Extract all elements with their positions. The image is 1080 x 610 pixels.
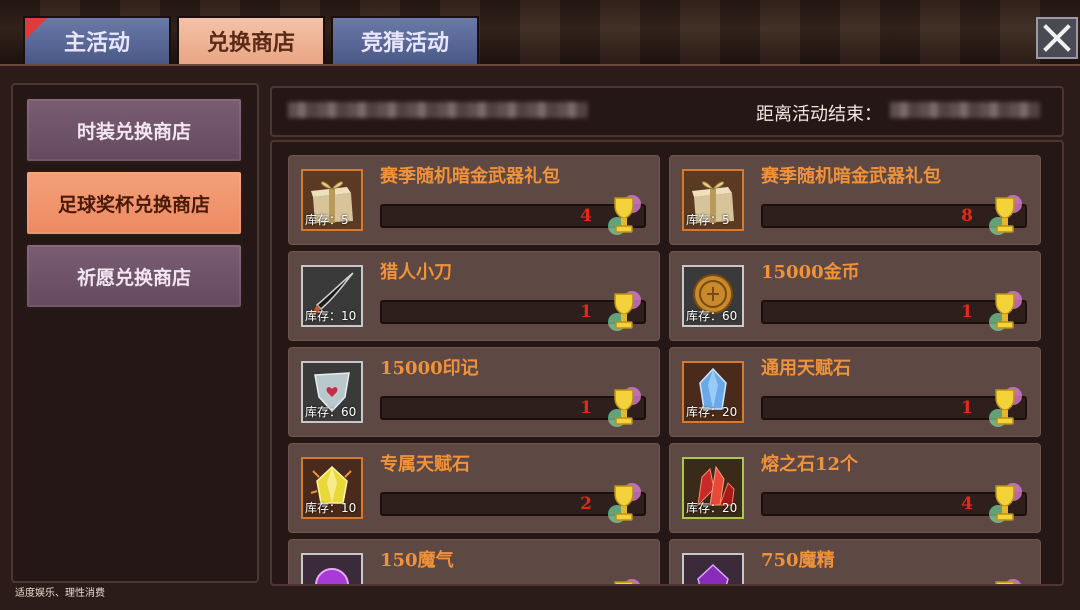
shop-item[interactable]: 库存：10 猎人小刀 1 bbox=[288, 251, 660, 341]
emblem-icon: 库存：60 bbox=[301, 361, 363, 423]
close-icon bbox=[1043, 24, 1071, 52]
item-name: 猎人小刀 bbox=[380, 262, 452, 283]
item-name: 通用天赋石 bbox=[761, 358, 851, 379]
stock-count: 库存：20 bbox=[686, 405, 738, 419]
gift-box-icon: 库存：5 bbox=[301, 169, 363, 231]
shop-category-sidebar: 时装兑换商店 足球奖杯兑换商店 祈愿兑换商店 bbox=[11, 83, 259, 583]
gold-coin-icon: 库存：60 bbox=[682, 265, 744, 327]
sidebar-item-label: 时装兑换商店 bbox=[76, 120, 191, 143]
health-notice: 适度娱乐、理性消费 bbox=[15, 588, 105, 599]
item-name: 150魔气 bbox=[380, 550, 454, 571]
shop-item[interactable]: 库存：10 专属天赋石 2 bbox=[288, 443, 660, 533]
activity-info-bar: 距离活动结束： bbox=[270, 86, 1064, 137]
price-value: 1 bbox=[961, 302, 973, 322]
item-name: 赛季随机暗金武器礼包 bbox=[380, 166, 560, 187]
yellow-crystal-icon: 库存：10 bbox=[301, 457, 363, 519]
item-name: 赛季随机暗金武器礼包 bbox=[761, 166, 941, 187]
item-name: 15000印记 bbox=[380, 358, 479, 379]
price-value: 8 bbox=[961, 206, 973, 226]
sidebar-item-wish-shop[interactable]: 祈愿兑换商店 bbox=[25, 243, 243, 309]
tab-exchange-shop[interactable]: 兑换商店 bbox=[177, 16, 325, 64]
trophy-icon bbox=[989, 483, 1022, 523]
sidebar-item-label: 足球奖杯兑换商店 bbox=[57, 193, 210, 216]
shop-item[interactable]: 750魔精 bbox=[669, 539, 1041, 584]
trophy-icon bbox=[608, 195, 641, 235]
tab-main-activity[interactable]: 主活动 bbox=[23, 16, 171, 64]
item-name: 750魔精 bbox=[761, 550, 835, 571]
sidebar-item-fashion-shop[interactable]: 时装兑换商店 bbox=[25, 97, 243, 163]
stock-count: 库存：60 bbox=[305, 405, 357, 419]
trophy-icon bbox=[989, 387, 1022, 427]
stock-count: 库存：20 bbox=[686, 501, 738, 515]
tab-label: 竞猜活动 bbox=[360, 30, 449, 56]
trophy-icon bbox=[608, 483, 641, 523]
tab-label: 兑换商店 bbox=[206, 30, 295, 56]
shop-item[interactable]: 150魔气 bbox=[288, 539, 660, 584]
close-button[interactable] bbox=[1036, 17, 1078, 59]
red-crystal-icon: 库存：20 bbox=[682, 457, 744, 519]
shop-item[interactable]: 库存：20 通用天赋石 1 bbox=[669, 347, 1041, 437]
price-value: 1 bbox=[961, 398, 973, 418]
price-value: 4 bbox=[961, 494, 973, 514]
stock-count: 库存：10 bbox=[305, 309, 357, 323]
shop-item[interactable]: 库存：20 熔之石12个 4 bbox=[669, 443, 1041, 533]
countdown-label: 距离活动结束： bbox=[756, 104, 882, 125]
redacted-countdown bbox=[890, 102, 1040, 118]
redacted-text bbox=[288, 102, 588, 118]
stock-count: 库存：5 bbox=[305, 213, 349, 227]
price-value: 4 bbox=[580, 206, 592, 226]
shop-item[interactable]: 库存：60 15000金币 1 bbox=[669, 251, 1041, 341]
item-name: 熔之石12个 bbox=[761, 454, 859, 475]
blue-crystal-icon: 库存：20 bbox=[682, 361, 744, 423]
tab-label: 主活动 bbox=[63, 30, 130, 56]
trophy-icon bbox=[608, 387, 641, 427]
tab-guess-activity[interactable]: 竞猜活动 bbox=[331, 16, 479, 64]
price-value: 1 bbox=[580, 398, 592, 418]
shop-item[interactable]: 库存：60 15000印记 1 bbox=[288, 347, 660, 437]
trophy-icon bbox=[989, 291, 1022, 331]
stock-count: 库存：60 bbox=[686, 309, 738, 323]
price-value: 2 bbox=[580, 494, 592, 514]
stock-count: 库存：10 bbox=[305, 501, 357, 515]
shop-item-grid: 库存：5 赛季随机暗金武器礼包 4 库存：5 赛季随机暗金武器礼包 8 库存：1… bbox=[270, 140, 1064, 586]
trophy-icon bbox=[608, 291, 641, 331]
stock-count: 库存：5 bbox=[686, 213, 730, 227]
knife-icon: 库存：10 bbox=[301, 265, 363, 327]
gift-box-icon: 库存：5 bbox=[682, 169, 744, 231]
purple-orb-icon bbox=[301, 553, 363, 584]
shop-item[interactable]: 库存：5 赛季随机暗金武器礼包 4 bbox=[288, 155, 660, 245]
sidebar-item-label: 祈愿兑换商店 bbox=[76, 266, 191, 289]
item-name: 专属天赋石 bbox=[380, 454, 470, 475]
trophy-icon bbox=[995, 579, 1022, 584]
shop-item[interactable]: 库存：5 赛季随机暗金武器礼包 8 bbox=[669, 155, 1041, 245]
purple-gem-icon bbox=[682, 553, 744, 584]
price-value: 1 bbox=[580, 302, 592, 322]
trophy-icon bbox=[989, 195, 1022, 235]
new-flag-icon bbox=[25, 18, 47, 40]
trophy-icon bbox=[614, 579, 641, 584]
sidebar-item-football-trophy-shop[interactable]: 足球奖杯兑换商店 bbox=[25, 170, 243, 236]
item-name: 15000金币 bbox=[761, 262, 860, 283]
